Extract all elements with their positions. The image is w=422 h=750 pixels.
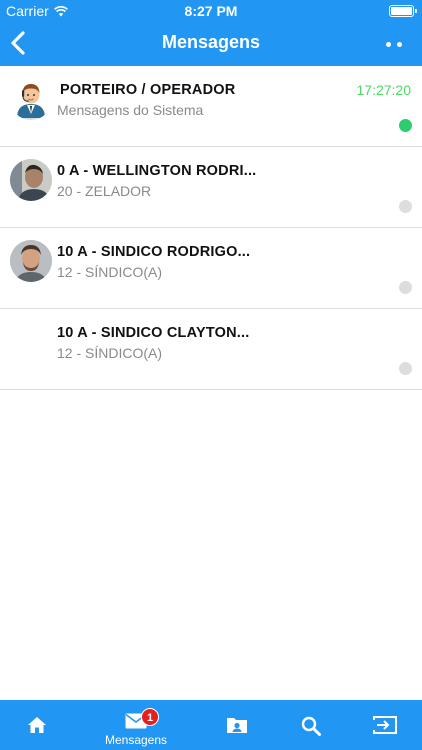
search-icon (301, 716, 321, 736)
tab-bar: 1 Mensagens (0, 700, 422, 750)
message-row[interactable]: PORTEIRO / OPERADOR Mensagens do Sistema… (0, 66, 422, 147)
contact-subtitle: 20 - ZELADOR (57, 183, 152, 199)
user-avatar (10, 240, 52, 282)
contacts-icon (227, 718, 247, 733)
operator-avatar (10, 78, 52, 120)
dot-icon (386, 41, 391, 47)
message-row[interactable]: 0 A - WELLINGTON RODRI... 20 - ZELADOR (0, 147, 422, 228)
unread-badge: 1 (141, 708, 159, 726)
contact-name: PORTEIRO / OPERADOR (60, 82, 236, 98)
contact-subtitle: Mensagens do Sistema (57, 102, 204, 118)
contact-subtitle: 12 - SÍNDICO(A) (57, 345, 163, 361)
more-options-button[interactable] (386, 38, 406, 50)
tab-messages[interactable]: 1 Mensagens (101, 700, 171, 750)
status-time: 8:27 PM (184, 3, 238, 19)
status-dot (399, 281, 412, 294)
tab-contacts[interactable] (202, 700, 272, 750)
online-status-dot (399, 119, 412, 132)
status-dot (399, 362, 412, 375)
tab-label: Mensagens (104, 733, 168, 747)
battery-fill (391, 7, 412, 15)
contact-name: 10 A - SINDICO RODRIGO... (57, 244, 251, 260)
message-row[interactable]: 10 A - SINDICO RODRIGO... 12 - SÍNDICO(A… (0, 228, 422, 309)
dot-icon (397, 41, 402, 47)
contact-name: 10 A - SINDICO CLAYTON... (57, 325, 250, 341)
header: Carrier 8:27 PM Mensagens (0, 0, 422, 66)
battery-icon (389, 5, 417, 17)
page-title: Mensagens (161, 32, 261, 52)
tab-search[interactable] (276, 700, 346, 750)
tab-home[interactable] (2, 700, 72, 750)
message-time: 17:27:20 (356, 82, 412, 98)
message-list: PORTEIRO / OPERADOR Mensagens do Sistema… (0, 66, 422, 390)
contact-name: 0 A - WELLINGTON RODRI... (57, 163, 257, 179)
message-row[interactable]: 10 A - SINDICO CLAYTON... 12 - SÍNDICO(A… (0, 309, 422, 390)
contact-subtitle: 12 - SÍNDICO(A) (57, 264, 163, 280)
home-icon (28, 717, 46, 733)
status-bar: Carrier 8:27 PM (0, 0, 422, 22)
status-dot (399, 200, 412, 213)
logout-icon (373, 716, 397, 734)
user-avatar (10, 159, 52, 201)
tab-logout[interactable] (350, 700, 420, 750)
